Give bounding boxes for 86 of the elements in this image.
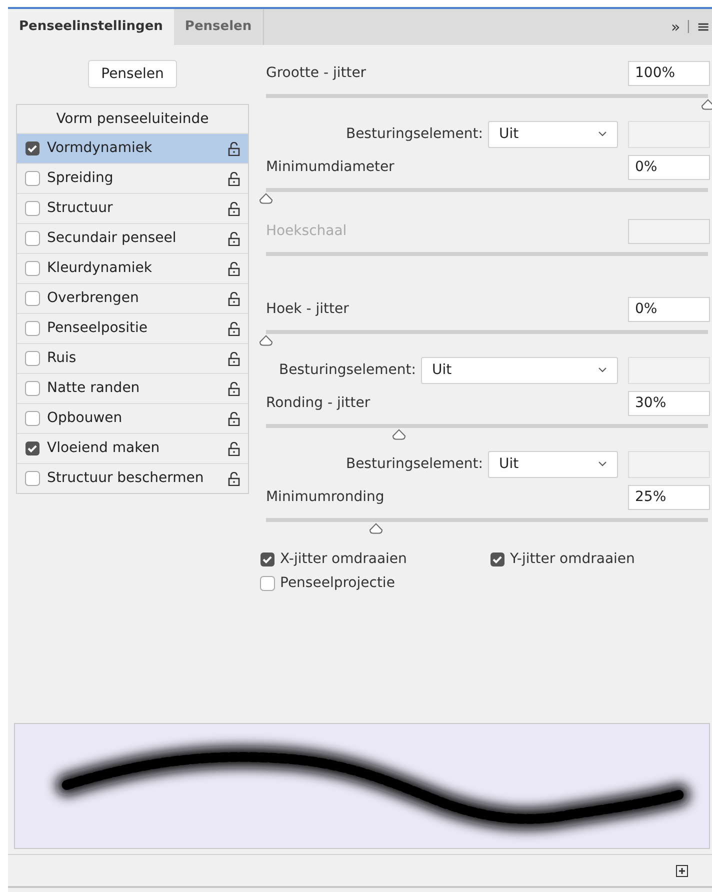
option-row[interactable]: Penseelpositie: [17, 313, 248, 343]
control-label: Besturingselement:: [346, 454, 483, 474]
brushes-button[interactable]: Penselen: [88, 60, 177, 88]
unlocked-padlock-icon[interactable]: [228, 142, 240, 156]
slider-thumb[interactable]: [258, 335, 273, 346]
control-label: Besturingselement:: [278, 360, 416, 380]
checkbox[interactable]: [25, 141, 40, 156]
option-label: Ruis: [47, 349, 78, 368]
unlocked-padlock-icon[interactable]: [228, 172, 240, 186]
option-label: Vloeiend maken: [47, 439, 161, 458]
option-row[interactable]: Spreiding: [17, 163, 248, 193]
option-row[interactable]: Kleurdynamiek: [17, 253, 248, 283]
option-row[interactable]: Secundair penseel: [17, 223, 248, 253]
option-row[interactable]: Opbouwen: [17, 403, 248, 433]
value-field[interactable]: 30%: [628, 390, 710, 416]
option-label: Structuur: [47, 199, 114, 218]
option-label: Overbrengen: [47, 289, 140, 308]
checkbox[interactable]: [25, 351, 40, 366]
checkbox[interactable]: [25, 441, 40, 456]
setting-label: Hoek - jitter: [264, 300, 350, 318]
expand-icon[interactable]: »: [671, 16, 680, 38]
unlocked-padlock-icon[interactable]: [228, 202, 240, 216]
option-label: Penseelpositie: [47, 319, 148, 338]
checkbox-label: Y-jitter omdraaien: [510, 550, 635, 568]
control-label: Besturingselement:: [346, 124, 483, 144]
chevron-down-icon: [598, 461, 607, 467]
menu-icon[interactable]: ≡: [696, 15, 710, 39]
option-row[interactable]: Structuur beschermen: [17, 463, 248, 493]
option-label: Vormdynamiek: [47, 139, 154, 158]
checkbox[interactable]: [260, 576, 275, 590]
unlocked-padlock-icon[interactable]: [228, 382, 240, 396]
checkbox[interactable]: [25, 321, 40, 336]
unlocked-padlock-icon[interactable]: [228, 322, 240, 336]
option-label: Secundair penseel: [47, 229, 178, 248]
checkbox[interactable]: [25, 171, 40, 186]
tab[interactable]: Penseelinstellingen: [8, 9, 174, 45]
setting-label: Minimumronding: [264, 488, 386, 506]
option-row[interactable]: Vloeiend maken: [17, 433, 248, 463]
slider-thumb[interactable]: [369, 523, 384, 534]
checkbox[interactable]: [25, 231, 40, 246]
checkbox[interactable]: [260, 552, 275, 566]
unlocked-padlock-icon[interactable]: [228, 412, 240, 426]
unlocked-padlock-icon[interactable]: [228, 472, 240, 486]
add-icon[interactable]: [676, 864, 688, 876]
option-row[interactable]: Vormdynamiek: [17, 133, 248, 163]
setting-label: Ronding - jitter: [264, 394, 372, 412]
checkbox[interactable]: [490, 552, 505, 566]
value-field[interactable]: 100%: [628, 60, 710, 86]
chevron-down-icon: [598, 367, 607, 373]
value-field[interactable]: 25%: [628, 484, 710, 510]
control-dropdown[interactable]: Uit: [421, 356, 618, 384]
value-field[interactable]: 0%: [628, 296, 710, 322]
unlocked-padlock-icon[interactable]: [228, 442, 240, 456]
unlocked-padlock-icon[interactable]: [228, 352, 240, 366]
checkbox[interactable]: [25, 201, 40, 216]
setting-label: Grootte - jitter: [264, 64, 368, 82]
unlocked-padlock-icon[interactable]: [228, 262, 240, 276]
unlocked-padlock-icon[interactable]: [228, 232, 240, 246]
chevron-down-icon: [598, 131, 607, 137]
control-dropdown[interactable]: Uit: [488, 450, 618, 478]
checkbox[interactable]: [25, 291, 40, 306]
checkbox-label: Penseelprojectie: [280, 574, 395, 592]
option-label: Spreiding: [47, 169, 114, 188]
slider-thumb[interactable]: [701, 99, 712, 110]
slider-thumb[interactable]: [258, 193, 273, 204]
option-label: Opbouwen: [47, 409, 124, 428]
checkbox[interactable]: [25, 471, 40, 486]
checkbox[interactable]: [25, 411, 40, 426]
option-label: Kleurdynamiek: [47, 259, 153, 278]
setting-label: Hoekschaal: [264, 222, 348, 240]
slider-thumb[interactable]: [392, 429, 406, 440]
separator: |: [686, 18, 691, 36]
option-row[interactable]: Natte randen: [17, 373, 248, 403]
checkbox-label: X-jitter omdraaien: [280, 550, 407, 568]
setting-label: Minimumdiameter: [264, 158, 396, 176]
checkbox[interactable]: [25, 261, 40, 276]
option-row[interactable]: Ruis: [17, 343, 248, 373]
value-field[interactable]: 0%: [628, 154, 710, 180]
option-label: Natte randen: [47, 379, 141, 398]
option-row[interactable]: Structuur: [17, 193, 248, 223]
option-label: Structuur beschermen: [47, 469, 205, 488]
option-row[interactable]: Overbrengen: [17, 283, 248, 313]
section-header[interactable]: Vorm penseeluiteinde: [17, 105, 248, 133]
checkbox[interactable]: [25, 381, 40, 396]
unlocked-padlock-icon[interactable]: [228, 292, 240, 306]
control-dropdown[interactable]: Uit: [488, 120, 618, 148]
